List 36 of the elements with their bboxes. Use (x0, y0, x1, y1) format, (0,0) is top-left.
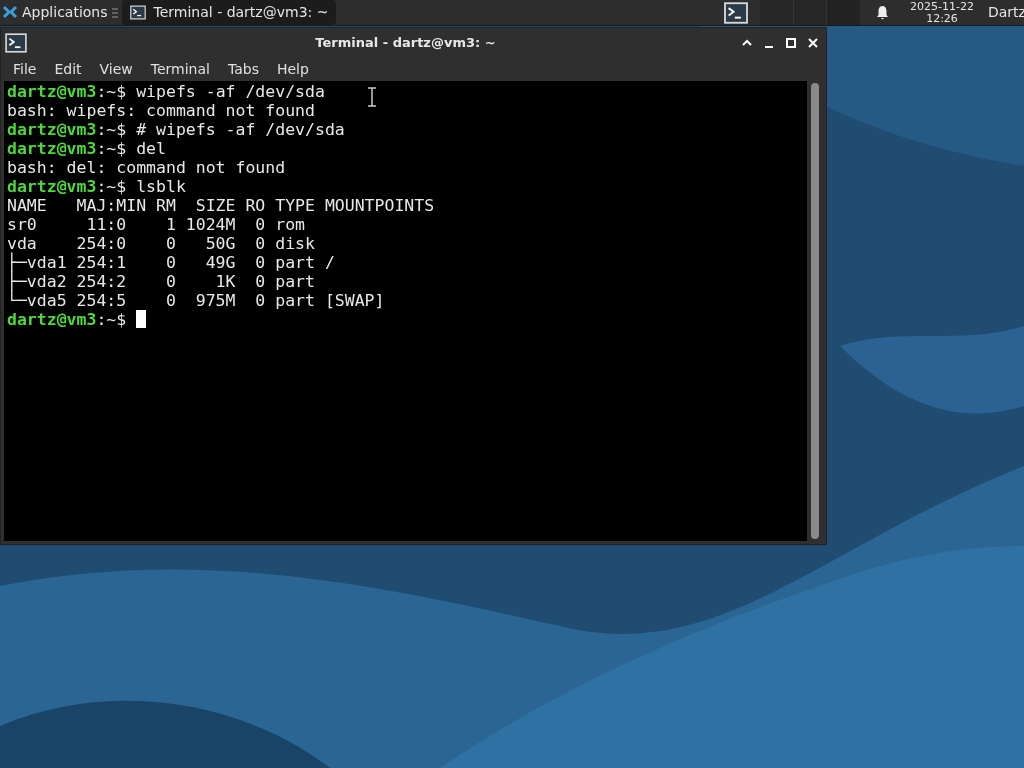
terminal-icon (129, 5, 146, 20)
clock[interactable]: 2025-11-22 12:26 (904, 0, 980, 25)
output-line: bash: del: command not found (7, 158, 286, 177)
prompt-line: dartz@vm3:~$ lsblk (7, 177, 186, 196)
output-line: vda 254:0 0 50G 0 disk (7, 234, 315, 253)
output-line: └─vda5 254:5 0 975M 0 part [SWAP] (7, 291, 385, 310)
applications-menu[interactable]: Applications (0, 0, 112, 25)
menu-item[interactable]: File (4, 57, 46, 81)
prompt-line: dartz@vm3:~$ (7, 310, 147, 329)
output-line: NAME MAJ:MIN RM SIZE RO TYPE MOUNTPOINTS (7, 196, 435, 215)
separator-handle-icon (111, 7, 118, 18)
workspace-switcher[interactable] (760, 0, 860, 25)
terminal-icon (5, 32, 27, 53)
menu-item[interactable]: Terminal (141, 57, 219, 81)
menu-item[interactable]: View (90, 57, 142, 81)
output-line: ├─vda2 254:2 0 1K 0 part (7, 272, 315, 291)
prompt-line: dartz@vm3:~$ wipefs -af /dev/sda (7, 82, 325, 101)
taskbar-button[interactable]: Terminal - dartz@vm3: ~ (121, 0, 337, 25)
clock-date: 2025-11-22 (910, 0, 974, 13)
text-cursor-icon (367, 87, 377, 107)
scrollbar[interactable] (807, 81, 823, 541)
window-title: Terminal - dartz@vm3: ~ (314, 33, 497, 52)
clock-time: 12:26 (926, 12, 958, 25)
notification-bell-icon[interactable] (875, 5, 889, 20)
output-line: bash: wipefs: command not found (7, 101, 315, 120)
output-line: sr0 11:0 1 1024M 0 rom (7, 215, 305, 234)
output-line: ├─vda1 254:1 0 49G 0 part / (7, 253, 335, 272)
terminal-icon (723, 1, 749, 24)
prompt-line: dartz@vm3:~$ del (7, 139, 166, 158)
menu-item[interactable]: Tabs (218, 57, 268, 81)
close-button[interactable] (806, 35, 820, 50)
menu-item[interactable]: Help (267, 57, 318, 81)
menu-item[interactable]: Edit (45, 57, 91, 81)
prompt-line: dartz@vm3:~$ # wipefs -af /dev/sda (7, 120, 345, 139)
maximize-button[interactable] (784, 35, 798, 50)
app-menu-icon (2, 4, 18, 21)
